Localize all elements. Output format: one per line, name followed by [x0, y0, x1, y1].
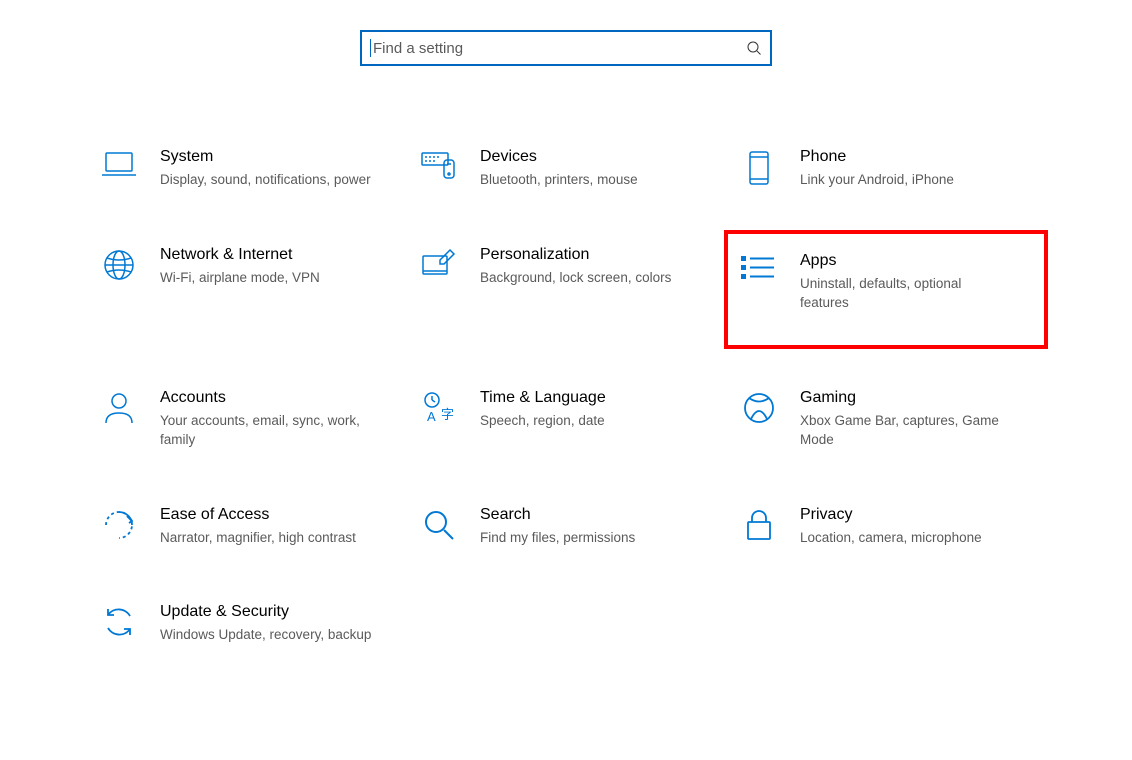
lock-icon — [740, 506, 778, 542]
laptop-icon — [100, 148, 138, 180]
sync-icon — [100, 603, 138, 639]
tile-title: Apps — [800, 252, 1012, 270]
tile-desc: Find my files, permissions — [480, 528, 692, 548]
tile-text: Time & Language Speech, region, date — [480, 389, 712, 431]
tile-desc: Bluetooth, printers, mouse — [480, 170, 692, 190]
tile-title: Time & Language — [480, 389, 692, 407]
tile-text: Search Find my files, permissions — [480, 506, 712, 548]
tile-desc: Wi-Fi, airplane mode, VPN — [160, 268, 372, 288]
tile-desc: Xbox Game Bar, captures, Game Mode — [800, 411, 1012, 450]
tile-desc: Your accounts, email, sync, work, family — [160, 411, 372, 450]
tile-apps[interactable]: Apps Uninstall, defaults, optional featu… — [736, 242, 1036, 337]
tile-text: System Display, sound, notifications, po… — [160, 148, 392, 190]
magnifier-icon — [420, 506, 458, 542]
tile-time-language[interactable]: A 字 Time & Language Speech, region, date — [416, 385, 716, 454]
phone-icon — [740, 148, 778, 186]
tile-text: Phone Link your Android, iPhone — [800, 148, 1032, 190]
devices-icon — [420, 148, 458, 182]
tile-text: Devices Bluetooth, printers, mouse — [480, 148, 712, 190]
tile-title: Personalization — [480, 246, 692, 264]
xbox-icon — [740, 389, 778, 425]
search-box[interactable] — [360, 30, 772, 66]
tile-gaming[interactable]: Gaming Xbox Game Bar, captures, Game Mod… — [736, 385, 1036, 454]
tile-phone[interactable]: Phone Link your Android, iPhone — [736, 144, 1036, 194]
tile-title: Accounts — [160, 389, 372, 407]
tile-title: Devices — [480, 148, 692, 166]
tile-desc: Link your Android, iPhone — [800, 170, 1012, 190]
tile-title: Ease of Access — [160, 506, 372, 524]
tile-text: Ease of Access Narrator, magnifier, high… — [160, 506, 392, 548]
tile-system[interactable]: System Display, sound, notifications, po… — [96, 144, 396, 194]
tile-text: Apps Uninstall, defaults, optional featu… — [800, 252, 1032, 313]
time-language-icon: A 字 — [420, 389, 458, 425]
svg-text:A: A — [427, 409, 436, 424]
tile-desc: Background, lock screen, colors — [480, 268, 692, 288]
tile-desc: Narrator, magnifier, high contrast — [160, 528, 372, 548]
text-caret — [370, 39, 371, 57]
svg-text:字: 字 — [441, 407, 454, 422]
tile-desc: Windows Update, recovery, backup — [160, 625, 372, 645]
apps-list-icon — [740, 252, 778, 282]
tile-title: System — [160, 148, 372, 166]
tile-desc: Speech, region, date — [480, 411, 692, 431]
tile-devices[interactable]: Devices Bluetooth, printers, mouse — [416, 144, 716, 194]
tile-title: Search — [480, 506, 692, 524]
tile-title: Update & Security — [160, 603, 372, 621]
tile-text: Gaming Xbox Game Bar, captures, Game Mod… — [800, 389, 1032, 450]
search-icon — [746, 40, 762, 56]
tile-update-security[interactable]: Update & Security Windows Update, recove… — [96, 599, 396, 649]
tile-search[interactable]: Search Find my files, permissions — [416, 502, 716, 552]
settings-grid: System Display, sound, notifications, po… — [0, 74, 1132, 649]
person-icon — [100, 389, 138, 425]
tile-text: Accounts Your accounts, email, sync, wor… — [160, 389, 392, 450]
tile-privacy[interactable]: Privacy Location, camera, microphone — [736, 502, 1036, 552]
tile-text: Network & Internet Wi-Fi, airplane mode,… — [160, 246, 392, 288]
search-input[interactable] — [373, 40, 746, 57]
paintbrush-icon — [420, 246, 458, 280]
tile-text: Personalization Background, lock screen,… — [480, 246, 712, 288]
tile-title: Gaming — [800, 389, 1012, 407]
tile-personalization[interactable]: Personalization Background, lock screen,… — [416, 242, 716, 337]
tile-title: Phone — [800, 148, 1012, 166]
ease-of-access-icon — [100, 506, 138, 542]
tile-desc: Location, camera, microphone — [800, 528, 1012, 548]
tile-accounts[interactable]: Accounts Your accounts, email, sync, wor… — [96, 385, 396, 454]
tile-title: Privacy — [800, 506, 1012, 524]
globe-icon — [100, 246, 138, 282]
tile-desc: Uninstall, defaults, optional features — [800, 274, 1012, 313]
tile-title: Network & Internet — [160, 246, 372, 264]
tile-text: Privacy Location, camera, microphone — [800, 506, 1032, 548]
tile-ease-of-access[interactable]: Ease of Access Narrator, magnifier, high… — [96, 502, 396, 552]
tile-network[interactable]: Network & Internet Wi-Fi, airplane mode,… — [96, 242, 396, 337]
tile-desc: Display, sound, notifications, power — [160, 170, 372, 190]
search-container — [0, 0, 1132, 74]
tile-text: Update & Security Windows Update, recove… — [160, 603, 392, 645]
